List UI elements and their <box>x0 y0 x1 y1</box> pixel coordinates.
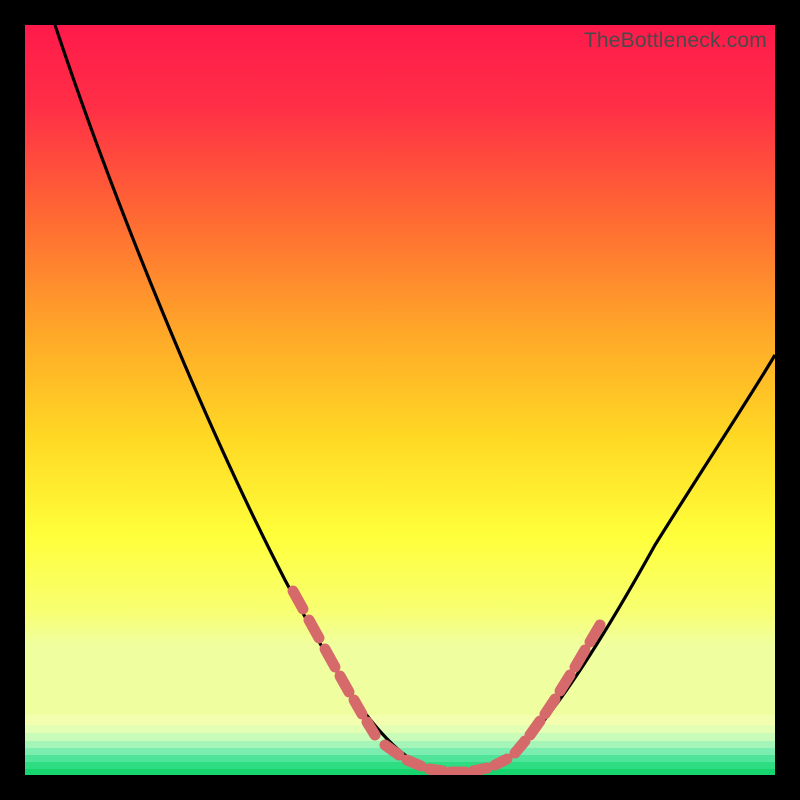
green-band-group <box>25 715 775 775</box>
heat-gradient <box>25 25 775 715</box>
watermark-text: TheBottleneck.com <box>584 29 767 53</box>
bottleneck-chart <box>25 25 775 775</box>
chart-frame: TheBottleneck.com <box>25 25 775 775</box>
